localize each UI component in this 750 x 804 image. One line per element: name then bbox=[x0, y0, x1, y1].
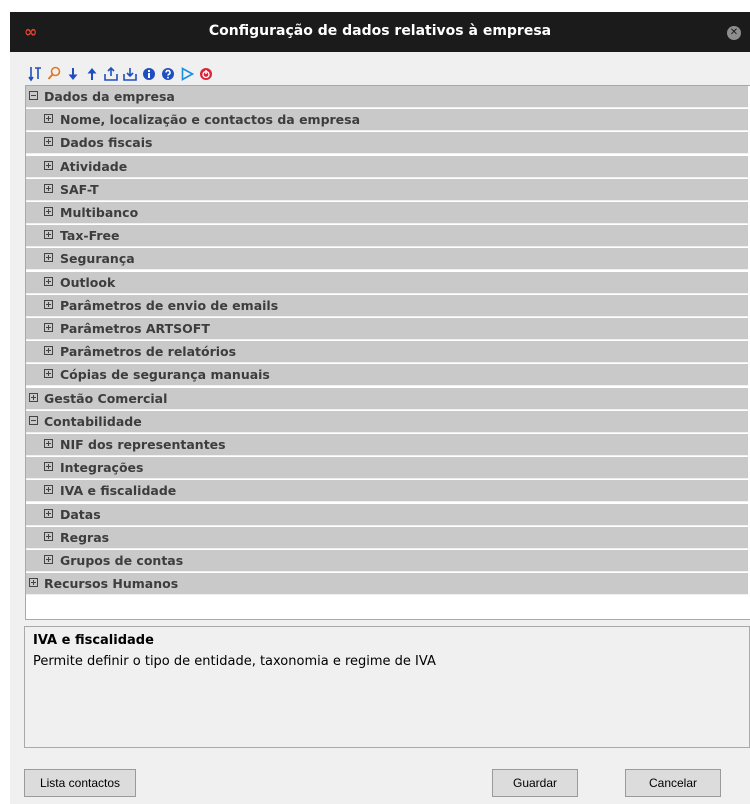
tree-item-row[interactable]: Nome, localização e contactos da empresa bbox=[26, 109, 748, 132]
toolbar bbox=[28, 65, 213, 83]
settings-tree: Dados da empresa Nome, localização e cont… bbox=[25, 85, 750, 620]
expand-icon[interactable] bbox=[44, 137, 53, 147]
expand-icon[interactable] bbox=[29, 578, 38, 588]
tree-item-row[interactable]: Parâmetros de envio de emails bbox=[26, 294, 748, 317]
expand-icon[interactable] bbox=[44, 160, 53, 170]
tree-row-label: Multibanco bbox=[60, 205, 139, 220]
expand-icon[interactable] bbox=[44, 323, 53, 332]
save-button[interactable]: Guardar bbox=[492, 769, 578, 797]
expand-icon[interactable] bbox=[29, 392, 38, 402]
play-icon[interactable] bbox=[180, 66, 194, 82]
expand-icon[interactable] bbox=[44, 299, 53, 309]
tree-row-label: Nome, localização e contactos da empresa bbox=[60, 112, 361, 128]
info-icon[interactable] bbox=[142, 66, 156, 82]
tree-row-label: Tax-Free bbox=[60, 228, 120, 244]
tree-item-row[interactable]: Dados fiscais bbox=[26, 132, 748, 155]
help-icon[interactable] bbox=[161, 66, 175, 82]
expand-icon[interactable] bbox=[44, 531, 53, 541]
tree-group-row[interactable]: Recursos Humanos bbox=[26, 573, 748, 596]
tree-row-label: SAF-T bbox=[60, 181, 99, 197]
export-icon[interactable] bbox=[104, 66, 118, 82]
tree-row-label: Datas bbox=[60, 506, 101, 522]
tree-item-row[interactable]: SAF-T bbox=[26, 178, 748, 201]
expand-icon[interactable] bbox=[44, 439, 53, 448]
collapse-icon[interactable] bbox=[29, 91, 38, 100]
tree-item-row[interactable]: IVA e fiscalidade bbox=[26, 480, 748, 503]
title-bar: ∞ Configuração de dados relativos à empr… bbox=[10, 12, 750, 52]
tree-row-label: Grupos de contas bbox=[60, 553, 184, 568]
collapse-icon[interactable] bbox=[29, 415, 38, 425]
tree-row-label: Regras bbox=[60, 529, 110, 545]
power-icon[interactable] bbox=[199, 66, 213, 82]
tree-item-row[interactable]: Datas bbox=[26, 503, 748, 526]
import-icon[interactable] bbox=[123, 66, 137, 82]
tree-item-row[interactable]: Multibanco bbox=[26, 202, 748, 224]
tree-item-row[interactable]: NIF dos representantes bbox=[26, 434, 748, 456]
tree-row-label: Parâmetros ARTSOFT bbox=[60, 321, 210, 336]
tree-item-row[interactable]: Integrações bbox=[26, 457, 748, 480]
tree-item-row[interactable]: Outlook bbox=[26, 271, 748, 294]
tree-row-label: Outlook bbox=[60, 274, 116, 290]
tree-row-label: Atividade bbox=[60, 158, 128, 174]
tree-row-label: Integrações bbox=[60, 460, 144, 476]
tree-item-row[interactable]: Regras bbox=[26, 526, 748, 549]
tree-item-row[interactable]: Parâmetros ARTSOFT bbox=[26, 318, 748, 340]
tree-row-label: Dados fiscais bbox=[60, 135, 153, 151]
expand-icon[interactable] bbox=[44, 462, 53, 472]
config-window: ∞ Configuração de dados relativos à empr… bbox=[10, 12, 750, 804]
tree-item-row[interactable]: Atividade bbox=[26, 155, 748, 178]
tree-row-label: Cópias de segurança manuais bbox=[60, 367, 270, 383]
tree-row-label: Parâmetros de relatórios bbox=[60, 344, 237, 360]
expand-icon[interactable] bbox=[44, 183, 53, 193]
expand-icon[interactable] bbox=[44, 207, 53, 216]
description-panel: IVA e fiscalidade Permite definir o tipo… bbox=[24, 626, 750, 748]
tree-row-label: Segurança bbox=[60, 251, 135, 267]
expand-icon[interactable] bbox=[44, 276, 53, 286]
contacts-list-button[interactable]: Lista contactos bbox=[24, 769, 136, 797]
search-icon[interactable] bbox=[47, 66, 61, 82]
tree-item-row[interactable]: Segurança bbox=[26, 248, 748, 271]
close-button[interactable]: ✕ bbox=[727, 26, 741, 40]
expand-icon[interactable] bbox=[44, 369, 53, 379]
tree-row-label: NIF dos representantes bbox=[60, 437, 226, 452]
expand-icon[interactable] bbox=[44, 508, 53, 518]
tree-item-row[interactable]: Cópias de segurança manuais bbox=[26, 364, 748, 387]
tree-item-row[interactable]: Grupos de contas bbox=[26, 550, 748, 572]
description-text: Permite definir o tipo de entidade, taxo… bbox=[33, 654, 436, 669]
cancel-button[interactable]: Cancelar bbox=[625, 769, 721, 797]
arrow-up-icon[interactable] bbox=[85, 66, 99, 82]
window-title: Configuração de dados relativos à empres… bbox=[208, 23, 552, 39]
tree-item-row[interactable]: Tax-Free bbox=[26, 225, 748, 248]
tree-row-label: Recursos Humanos bbox=[44, 576, 179, 592]
tree-row-label: Gestão Comercial bbox=[44, 390, 168, 406]
expand-icon[interactable] bbox=[44, 230, 53, 240]
tree-group-row[interactable]: Dados da empresa bbox=[26, 86, 748, 108]
expand-icon[interactable] bbox=[44, 253, 53, 263]
arrow-down-icon[interactable] bbox=[66, 66, 80, 82]
expand-icon[interactable] bbox=[44, 346, 53, 356]
expand-icon[interactable] bbox=[44, 555, 53, 564]
tree-group-row[interactable]: Gestão Comercial bbox=[26, 387, 748, 410]
tree-row-label: Contabilidade bbox=[44, 413, 142, 429]
tree-row-label: Dados da empresa bbox=[44, 89, 175, 104]
tree-group-row[interactable]: Contabilidade bbox=[26, 410, 748, 433]
tree-item-row[interactable]: Parâmetros de relatórios bbox=[26, 341, 748, 364]
expand-icon[interactable] bbox=[44, 114, 53, 124]
tree-row-label: Parâmetros de envio de emails bbox=[60, 297, 279, 313]
sort-icon[interactable] bbox=[28, 66, 42, 82]
tree-row-label: IVA e fiscalidade bbox=[60, 483, 177, 499]
expand-icon[interactable] bbox=[44, 485, 53, 495]
description-title: IVA e fiscalidade bbox=[33, 633, 154, 648]
